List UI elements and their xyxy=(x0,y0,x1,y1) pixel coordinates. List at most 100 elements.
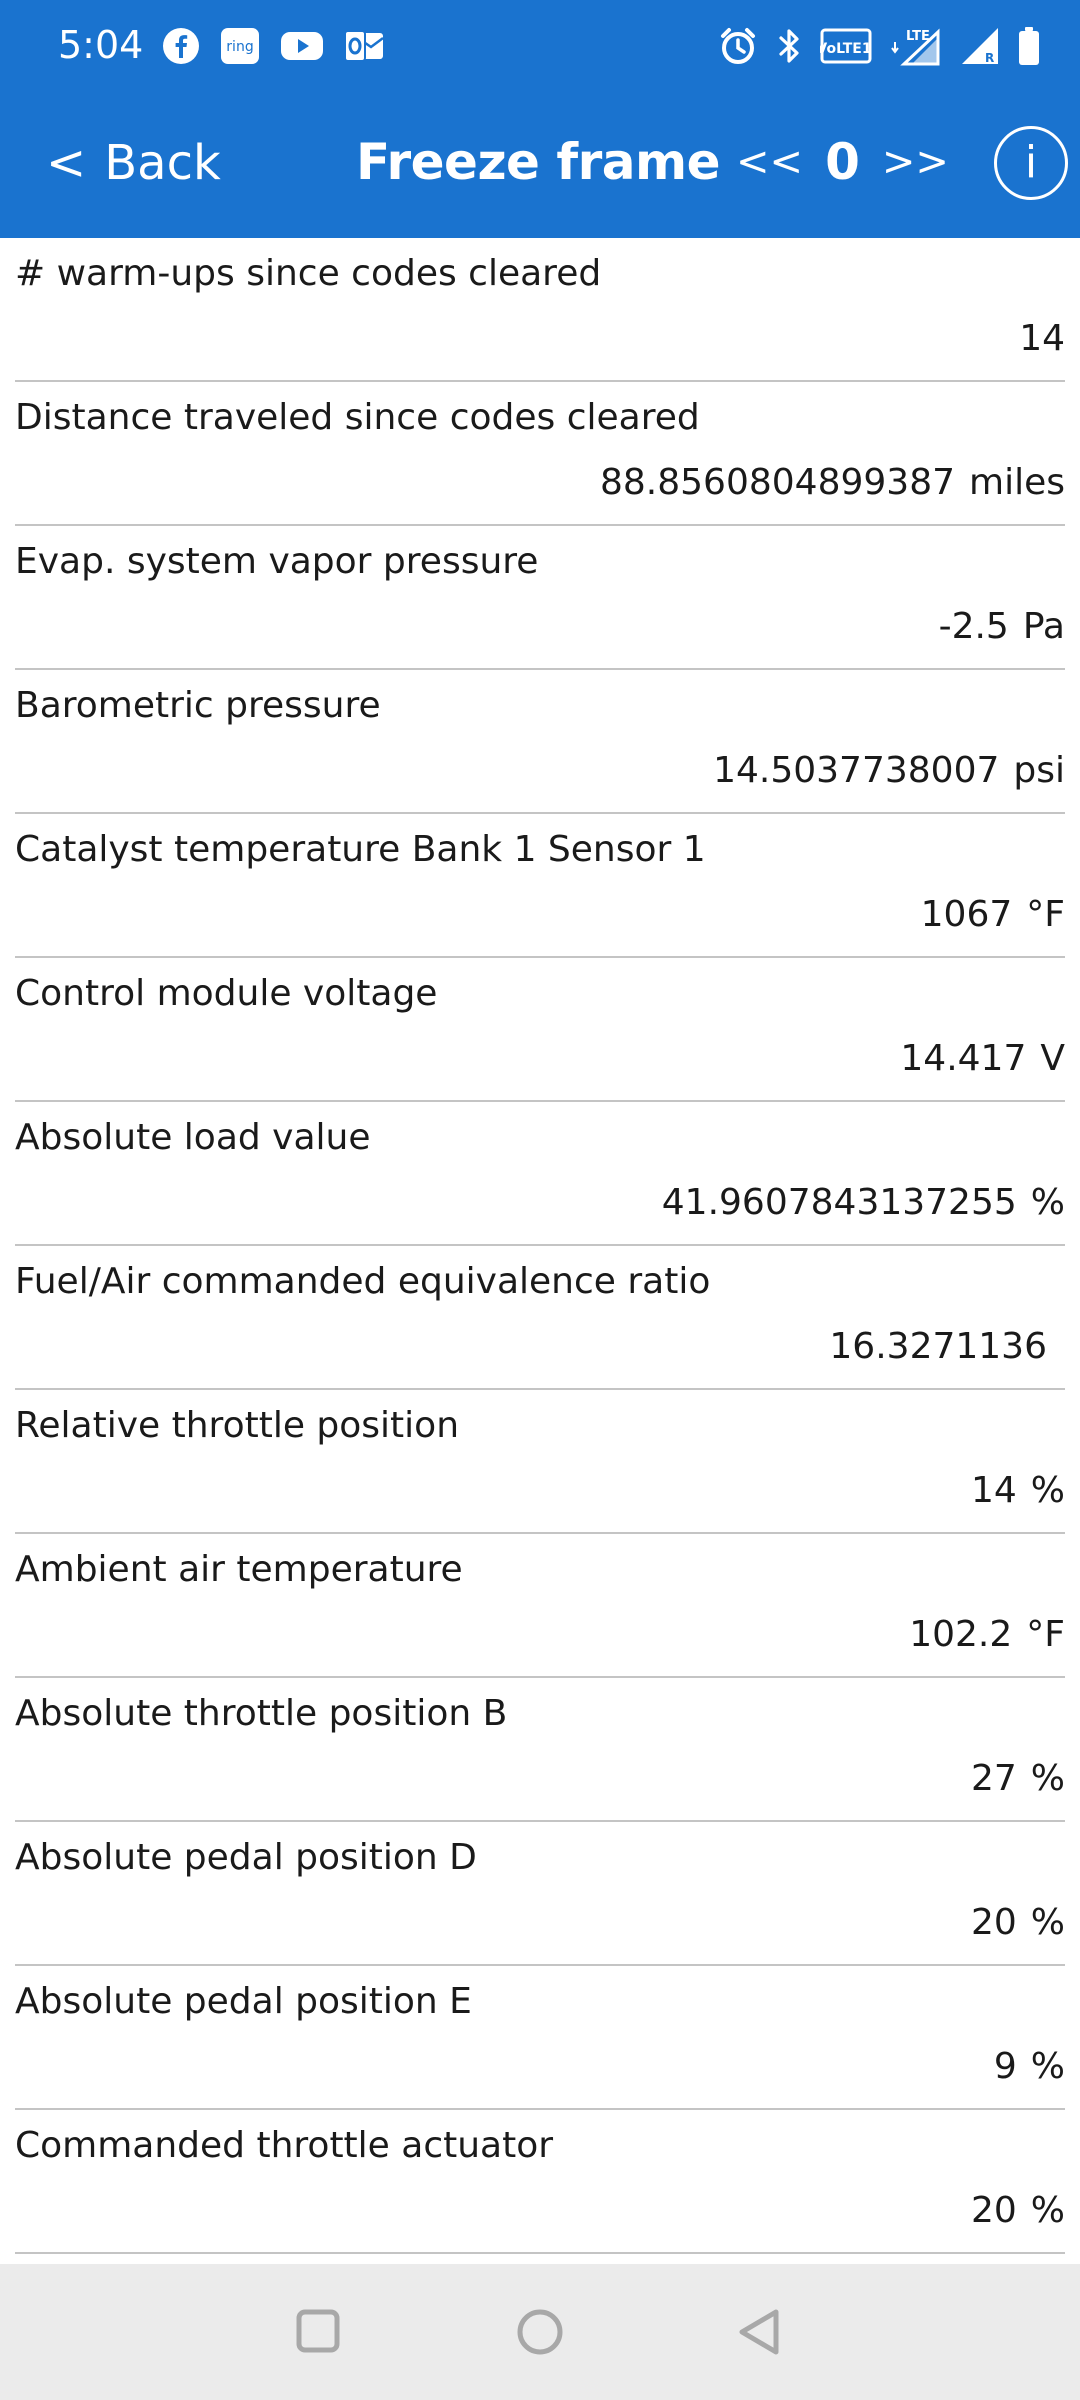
list-item: Distance traveled since codes cleared 88.… xyxy=(15,382,1065,526)
app-bar: < Back Freeze frame << 0 >> i xyxy=(0,92,1080,238)
parameter-value-line: 9% xyxy=(994,2042,1065,2090)
parameter-value: 14.5037738007 xyxy=(713,749,1000,791)
parameter-value-line: 14% xyxy=(971,1466,1065,1514)
parameter-value-line: -2.5 Pa xyxy=(939,602,1065,650)
parameter-unit: % xyxy=(1030,1181,1065,1223)
title-group: Freeze frame << 0 >> xyxy=(356,126,949,198)
parameter-unit: miles xyxy=(969,461,1065,503)
parameter-unit: % xyxy=(1030,1757,1065,1799)
parameter-label: Catalyst temperature Bank 1 Sensor 1 xyxy=(15,829,706,870)
notification-icons: ring xyxy=(162,24,384,68)
recents-square-icon[interactable] xyxy=(290,2302,350,2362)
status-time: 5:04 xyxy=(58,23,144,67)
back-chevron-icon: < xyxy=(46,135,87,191)
parameter-value: 16.3271136 xyxy=(829,1325,1047,1367)
parameter-unit: °F xyxy=(1026,893,1065,935)
home-circle-icon[interactable] xyxy=(510,2302,570,2362)
parameter-value-line: 20% xyxy=(971,2186,1065,2234)
parameter-unit: °F xyxy=(1026,1613,1065,1655)
alarm-icon xyxy=(721,28,755,64)
status-bar: 5:04 ring VoLTE1 LTE R xyxy=(0,0,1080,92)
back-button[interactable]: < Back xyxy=(46,128,221,198)
parameter-value: 14.417 xyxy=(900,1037,1027,1079)
signal-roaming-icon: R xyxy=(962,28,998,65)
list-item: # warm-ups since codes cleared 14 xyxy=(15,238,1065,382)
next-frame-button[interactable]: >> xyxy=(882,139,949,185)
ring-icon: ring xyxy=(221,28,259,64)
parameter-label: Absolute pedal position E xyxy=(15,1981,472,2022)
parameter-unit: V xyxy=(1040,1037,1065,1079)
lte-signal-icon: LTE xyxy=(891,28,940,66)
list-item: Control module voltage 14.417 V xyxy=(15,958,1065,1102)
parameter-value: 9 xyxy=(993,2045,1017,2087)
back-label: Back xyxy=(104,135,221,191)
parameter-label: # warm-ups since codes cleared xyxy=(15,253,602,294)
parameter-value-line: 14 xyxy=(1019,314,1065,362)
list-item: Evap. system vapor pressure -2.5 Pa xyxy=(15,526,1065,670)
parameter-unit: % xyxy=(1030,1901,1065,1943)
parameter-value: 20 xyxy=(970,2189,1017,2231)
parameter-value-line: 1067 °F xyxy=(921,890,1065,938)
system-status-icons: VoLTE1 LTE R xyxy=(718,22,1040,70)
youtube-icon xyxy=(281,32,323,60)
volte-label: VoLTE1 xyxy=(820,41,872,57)
parameter-value-line: 102.2 °F xyxy=(909,1610,1065,1658)
parameter-label: Absolute load value xyxy=(15,1117,371,1158)
parameter-unit: psi xyxy=(1013,749,1065,791)
list-item: Absolute pedal position E 9% xyxy=(15,1966,1065,2110)
parameter-label: Ambient air temperature xyxy=(15,1549,463,1590)
ring-icon-label: ring xyxy=(226,39,253,55)
parameter-label: Relative throttle position xyxy=(15,1405,460,1446)
parameter-value: 20 xyxy=(970,1901,1017,1943)
battery-icon xyxy=(1019,27,1039,65)
parameter-value-line: 41.9607843137255% xyxy=(662,1178,1065,1226)
list-item: Commanded throttle actuator 20% xyxy=(15,2110,1065,2254)
parameter-value-line: 88.8560804899387 miles xyxy=(600,458,1065,506)
parameter-value-line: 27% xyxy=(971,1754,1065,1802)
freeze-frame-list[interactable]: # warm-ups since codes cleared 14 Distance… xyxy=(0,238,1080,2264)
parameter-value: 1067 xyxy=(920,893,1013,935)
info-button[interactable]: i xyxy=(994,126,1068,200)
bluetooth-icon xyxy=(779,29,799,63)
parameter-value-line: 16.3271136 xyxy=(829,1322,1065,1370)
parameter-value-line: 20% xyxy=(971,1898,1065,1946)
list-item: Absolute throttle position B 27% xyxy=(15,1678,1065,1822)
outlook-icon xyxy=(344,30,384,62)
list-item: Catalyst temperature Bank 1 Sensor 1 1067… xyxy=(15,814,1065,958)
parameter-label: Distance traveled since codes cleared xyxy=(15,397,700,438)
parameter-value: 88.8560804899387 xyxy=(600,461,956,503)
parameter-value: 14 xyxy=(970,1469,1017,1511)
previous-frame-button[interactable]: << xyxy=(736,139,803,185)
parameter-label: Evap. system vapor pressure xyxy=(15,541,539,582)
parameter-value: -2.5 xyxy=(938,605,1009,647)
parameter-label: Absolute pedal position D xyxy=(15,1837,477,1878)
list-item: Absolute load value 41.9607843137255% xyxy=(15,1102,1065,1246)
list-item: Barometric pressure 14.5037738007 psi xyxy=(15,670,1065,814)
navigation-bar xyxy=(0,2264,1080,2400)
parameter-label: Commanded throttle actuator xyxy=(15,2125,554,2166)
roaming-label: R xyxy=(985,51,994,65)
parameter-value: 41.9607843137255 xyxy=(661,1181,1017,1223)
parameter-value: 14 xyxy=(1019,317,1065,359)
parameter-label: Control module voltage xyxy=(15,973,438,1014)
parameter-value: 102.2 xyxy=(909,1613,1013,1655)
list-item: Fuel/Air commanded equivalence ratio 16.3… xyxy=(15,1246,1065,1390)
parameter-label: Barometric pressure xyxy=(15,685,381,726)
info-icon: i xyxy=(1024,137,1038,188)
parameter-unit: % xyxy=(1030,1469,1065,1511)
list-item: Relative throttle position 14% xyxy=(15,1390,1065,1534)
list-item: Absolute pedal position D 20% xyxy=(15,1822,1065,1966)
parameter-value-line: 14.5037738007 psi xyxy=(713,746,1065,794)
parameter-unit: % xyxy=(1030,2045,1065,2087)
list-item: Ambient air temperature 102.2 °F xyxy=(15,1534,1065,1678)
parameter-unit: Pa xyxy=(1022,605,1065,647)
parameter-label: Fuel/Air commanded equivalence ratio xyxy=(15,1261,711,1302)
parameter-label: Absolute throttle position B xyxy=(15,1693,508,1734)
facebook-icon xyxy=(163,28,199,64)
page-title: Freeze frame xyxy=(356,133,721,191)
frame-number: 0 xyxy=(825,133,860,191)
parameter-value: 27 xyxy=(970,1757,1017,1799)
back-triangle-icon[interactable] xyxy=(732,2302,792,2362)
volte-icon: VoLTE1 xyxy=(820,28,872,64)
app-header: 5:04 ring VoLTE1 LTE R < Back Freeze fra… xyxy=(0,0,1080,238)
